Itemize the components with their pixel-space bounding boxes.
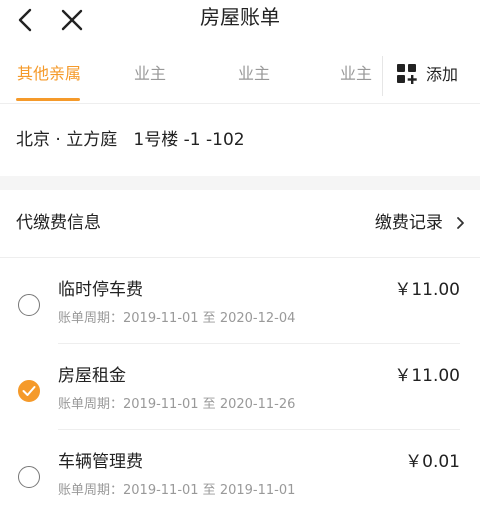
checkmark-icon bbox=[22, 386, 36, 396]
bill-name: 房屋租金 bbox=[58, 366, 126, 386]
bill-amount: ￥0.01 bbox=[405, 452, 460, 472]
bill-amount: ￥11.00 bbox=[394, 280, 460, 300]
tab-owner-2[interactable]: 业主 bbox=[234, 62, 274, 88]
tab-owner-3[interactable]: 业主 bbox=[336, 62, 376, 88]
payment-records-label: 缴费记录 bbox=[374, 213, 443, 233]
bill-period: 账单周期：2019-11-01 至 2020-12-04 bbox=[58, 311, 296, 326]
bill-name: 车辆管理费 bbox=[58, 452, 143, 472]
bill-item[interactable]: 车辆管理费 ￥0.01 账单周期：2019-11-01 至 2019-11-01 bbox=[0, 430, 480, 516]
bill-item[interactable]: 临时停车费 ￥11.00 账单周期：2019-11-01 至 2020-12-0… bbox=[0, 258, 480, 344]
bill-amount: ￥11.00 bbox=[394, 366, 460, 386]
tab-divider bbox=[382, 56, 383, 96]
section-gap bbox=[0, 176, 480, 190]
member-tabs: 其他亲属 业主 业主 业主 添加 bbox=[0, 48, 480, 104]
add-member-button[interactable]: 添加 bbox=[396, 60, 476, 90]
add-button-label: 添加 bbox=[426, 65, 459, 84]
bill-period: 账单周期：2019-11-01 至 2019-11-01 bbox=[58, 483, 296, 498]
property-address: 北京 · 立方庭 1号楼 -1 -102 bbox=[16, 130, 245, 150]
payment-records-link[interactable]: 缴费记录 bbox=[375, 211, 466, 235]
bill-period: 账单周期：2019-11-01 至 2020-11-26 bbox=[58, 397, 296, 412]
page-title: 房屋账单 bbox=[200, 5, 280, 29]
bill-radio[interactable] bbox=[18, 294, 40, 316]
active-tab-indicator bbox=[16, 98, 80, 101]
tab-owner-1[interactable]: 业主 bbox=[130, 62, 170, 88]
bill-item[interactable]: 房屋租金 ￥11.00 账单周期：2019-11-01 至 2020-11-26 bbox=[0, 344, 480, 430]
grid-add-icon bbox=[397, 64, 417, 84]
tab-other-relatives[interactable]: 其他亲属 bbox=[16, 62, 82, 88]
bill-radio-checked[interactable] bbox=[18, 380, 40, 402]
section-title: 代缴费信息 bbox=[16, 213, 101, 233]
chevron-right-icon bbox=[457, 217, 464, 229]
bill-radio[interactable] bbox=[18, 466, 40, 488]
app-header: 房屋账单 bbox=[0, 0, 480, 40]
bill-name: 临时停车费 bbox=[58, 280, 143, 300]
